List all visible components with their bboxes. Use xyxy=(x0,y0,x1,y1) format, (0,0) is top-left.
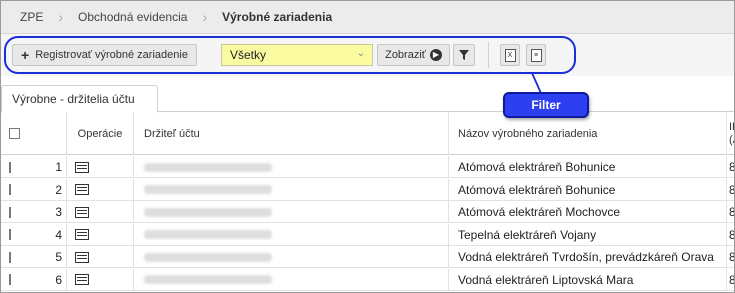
filter-highlight-outline xyxy=(4,36,576,74)
list-icon[interactable] xyxy=(75,229,89,240)
breadcrumb-item-zpe[interactable]: ZPE xyxy=(20,10,43,24)
row-checkbox-cell xyxy=(1,179,11,201)
row-operations-cell xyxy=(67,268,134,291)
list-icon[interactable] xyxy=(75,274,89,285)
row-id: 8 xyxy=(727,201,734,223)
row-number: 4 xyxy=(21,223,67,246)
row-operations-cell xyxy=(67,201,134,223)
row-checkbox[interactable] xyxy=(9,251,11,263)
table-header: Operácie Držiteľ účtu Názov výrobného za… xyxy=(1,112,734,155)
table-row[interactable]: 2 Atómová elektráreň Bohunice8 xyxy=(1,178,734,201)
row-checkbox[interactable] xyxy=(9,274,11,285)
row-holder-cell xyxy=(134,246,449,268)
list-icon[interactable] xyxy=(75,161,89,173)
row-checkbox-cell xyxy=(1,201,11,223)
row-number: 1 xyxy=(21,156,67,178)
row-device-name: Tepelná elektráreň Vojany xyxy=(449,223,727,246)
row-id: 8 xyxy=(727,269,734,291)
row-number: 5 xyxy=(21,246,67,268)
redacted-holder xyxy=(144,230,272,239)
row-holder-cell xyxy=(134,223,449,246)
select-all-checkbox[interactable] xyxy=(9,128,20,139)
row-checkbox-cell xyxy=(1,224,11,246)
header-nazov-zariadenia[interactable]: Názov výrobného zariadenia xyxy=(449,112,727,155)
row-id: 8 xyxy=(727,224,734,246)
row-checkbox[interactable] xyxy=(9,184,11,195)
breadcrumb-item-current: Výrobné zariadenia xyxy=(222,10,333,24)
list-icon[interactable] xyxy=(75,184,89,195)
row-device-name: Atómová elektráreň Bohunice xyxy=(449,178,727,201)
redacted-holder xyxy=(144,252,272,262)
select-all-cell xyxy=(1,112,67,155)
redacted-holder xyxy=(144,185,272,194)
row-checkbox[interactable] xyxy=(9,206,11,218)
redacted-holder xyxy=(144,162,272,172)
row-number: 2 xyxy=(21,178,67,201)
app-window: ZPE › Obchodná evidencia › Výrobné zaria… xyxy=(0,0,735,293)
tab-vyrobne-drzitelia-uctu[interactable]: Výrobne - držitelia účtu xyxy=(1,85,158,113)
breadcrumb: ZPE › Obchodná evidencia › Výrobné zaria… xyxy=(1,1,734,34)
row-checkbox[interactable] xyxy=(9,229,11,240)
row-operations-cell xyxy=(67,246,134,268)
header-operacie[interactable]: Operácie xyxy=(67,112,134,155)
breadcrumb-item-obchodna-evidencia[interactable]: Obchodná evidencia xyxy=(78,10,187,24)
header-id[interactable]: ID (A xyxy=(727,112,734,155)
row-holder-cell xyxy=(134,201,449,223)
redacted-holder xyxy=(144,207,272,217)
row-holder-cell xyxy=(134,268,449,291)
row-id: 8 xyxy=(727,179,734,201)
row-device-name: Atómová elektráreň Bohunice xyxy=(449,156,727,178)
list-icon[interactable] xyxy=(75,206,89,218)
row-device-name: Vodná elektráreň Liptovská Mara xyxy=(449,268,727,291)
row-checkbox[interactable] xyxy=(9,161,11,173)
row-operations-cell xyxy=(67,178,134,201)
row-operations-cell xyxy=(67,156,134,178)
filter-callout: Filter xyxy=(503,92,589,118)
breadcrumb-separator-icon: › xyxy=(202,9,208,25)
list-icon[interactable] xyxy=(75,251,89,263)
row-checkbox-cell xyxy=(1,156,11,178)
table-row[interactable]: 1 Atómová elektráreň Bohunice8 xyxy=(1,156,734,178)
row-device-name: Vodná elektráreň Tvrdošín, prevádzkáreň … xyxy=(449,246,727,268)
row-holder-cell xyxy=(134,178,449,201)
table-row[interactable]: 5 Vodná elektráreň Tvrdošín, prevádzkáreň… xyxy=(1,246,734,268)
row-id: 8 xyxy=(727,156,734,178)
row-holder-cell xyxy=(134,156,449,178)
row-checkbox-cell xyxy=(1,269,11,291)
tab-bar: Výrobne - držitelia účtu xyxy=(1,85,734,113)
breadcrumb-separator-icon: › xyxy=(58,9,64,25)
row-number: 3 xyxy=(21,201,67,223)
row-number: 6 xyxy=(21,268,67,291)
redacted-holder xyxy=(144,275,272,284)
row-operations-cell xyxy=(67,223,134,246)
row-device-name: Atómová elektráreň Mochovce xyxy=(449,201,727,223)
table-row[interactable]: 3 Atómová elektráreň Mochovce8 xyxy=(1,201,734,223)
table-row[interactable]: 4 Tepelná elektráreň Vojany8 xyxy=(1,223,734,246)
table-row[interactable]: 6 Vodná elektráreň Liptovská Mara8 xyxy=(1,268,734,291)
row-checkbox-cell xyxy=(1,246,11,268)
header-drzitel-uctu[interactable]: Držiteľ účtu xyxy=(134,112,449,155)
row-id: 8 xyxy=(727,246,734,268)
